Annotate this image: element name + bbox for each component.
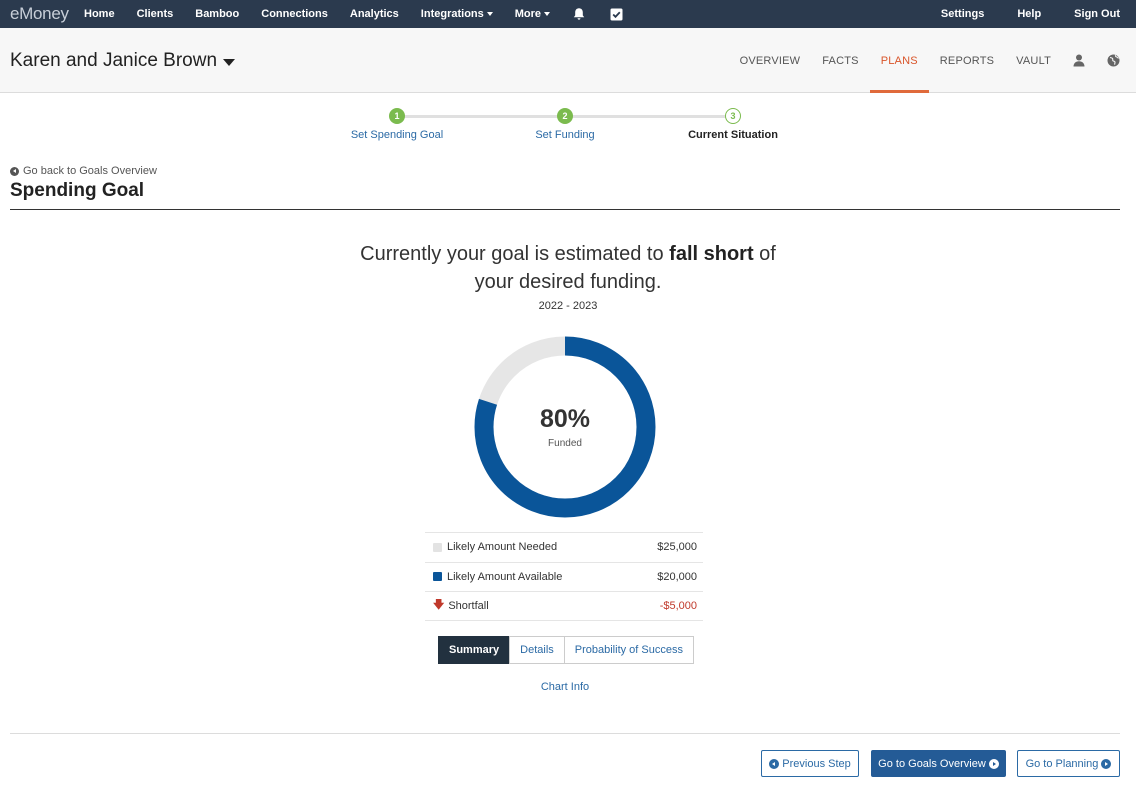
footer-divider (10, 733, 1120, 734)
utility-menu: Settings Help Sign Out (941, 0, 1120, 28)
progress-stepper: 1 Set Spending Goal 2 Set Funding 3 Curr… (340, 108, 800, 148)
legend-row-shortfall: 🡇 Shortfall -$5,000 (425, 591, 703, 621)
client-tabs: OVERVIEW FACTS PLANS REPORTS VAULT (729, 28, 1136, 93)
details-view-button[interactable]: Details (509, 636, 565, 664)
main-menu: Home Clients Bamboo Connections Analytic… (84, 7, 645, 21)
caret-down-icon (544, 12, 551, 16)
previous-step-button[interactable]: Previous Step (761, 750, 859, 777)
probability-of-success-view-button[interactable]: Probability of Success (563, 636, 694, 664)
go-to-planning-button[interactable]: Go to Planning (1017, 750, 1120, 777)
back-to-goals-link[interactable]: Go back to Goals Overview (10, 165, 157, 177)
view-toggle-group: Summary Details Probability of Success (438, 636, 694, 664)
chart-info-link[interactable]: Chart Info (0, 681, 1130, 693)
down-arrow-icon: 🡇 (433, 599, 445, 612)
nav-bamboo[interactable]: Bamboo (195, 8, 239, 20)
tab-plans[interactable]: PLANS (869, 28, 929, 93)
legend-swatch (433, 542, 442, 552)
step-number-badge: 1 (389, 108, 405, 124)
user-icon[interactable] (1062, 28, 1096, 93)
client-header: Karen and Janice Brown OVERVIEW FACTS PL… (0, 28, 1136, 93)
legend-row-available: Likely Amount Available $20,000 (425, 561, 703, 592)
goal-status-headline: Currently your goal is estimated to fall… (360, 243, 776, 293)
legend-value: $20,000 (657, 570, 697, 583)
nav-more-dropdown[interactable]: More (515, 8, 551, 20)
funding-legend: Likely Amount Needed $25,000 Likely Amou… (425, 532, 703, 621)
nav-settings[interactable]: Settings (941, 8, 984, 20)
circle-arrow-left-icon (769, 758, 780, 769)
tab-vault[interactable]: VAULT (1005, 28, 1062, 93)
step-label: Set Funding (535, 129, 595, 141)
legend-value: $25,000 (657, 541, 697, 554)
tasks-checkbox-icon[interactable] (610, 8, 623, 21)
title-divider (10, 209, 1120, 210)
step-number-badge: 3 (725, 108, 741, 124)
nav-help[interactable]: Help (1017, 8, 1041, 20)
nav-home[interactable]: Home (84, 8, 115, 20)
nav-connections[interactable]: Connections (261, 8, 328, 20)
step-number-badge: 2 (557, 108, 573, 124)
date-range: 2022 - 2023 (538, 300, 598, 312)
legend-row-needed: Likely Amount Needed $25,000 (425, 532, 703, 562)
circle-arrow-left-icon (10, 166, 19, 176)
funded-percent: 80% (539, 405, 591, 433)
caret-down-icon (486, 12, 493, 16)
globe-icon[interactable] (1096, 28, 1130, 93)
go-to-goals-overview-button[interactable]: Go to Goals Overview (871, 750, 1006, 777)
step-current-situation: 3 Current Situation (663, 108, 803, 141)
funded-label: Funded (548, 438, 582, 449)
caret-down-icon (223, 58, 236, 66)
circle-arrow-right-icon (988, 758, 999, 769)
legend-value: -$5,000 (659, 599, 697, 612)
top-navigation-bar: eMoney Home Clients Bamboo Connections A… (0, 0, 1136, 28)
step-label: Set Spending Goal (350, 129, 444, 141)
nav-sign-out[interactable]: Sign Out (1074, 8, 1120, 20)
nav-clients[interactable]: Clients (137, 8, 174, 20)
legend-swatch (433, 572, 442, 582)
emoney-logo[interactable]: eMoney (10, 4, 70, 24)
step-set-funding[interactable]: 2 Set Funding (495, 108, 635, 141)
notifications-bell-icon[interactable] (572, 7, 586, 21)
nav-integrations-dropdown[interactable]: Integrations (421, 8, 493, 20)
nav-analytics[interactable]: Analytics (350, 8, 399, 20)
tab-reports[interactable]: REPORTS (929, 28, 1005, 93)
tab-overview[interactable]: OVERVIEW (729, 28, 812, 93)
tab-facts[interactable]: FACTS (811, 28, 869, 93)
step-label: Current Situation (688, 129, 778, 141)
page-title: Spending Goal (10, 180, 145, 201)
client-name-dropdown[interactable]: Karen and Janice Brown (10, 50, 236, 72)
step-set-spending-goal[interactable]: 1 Set Spending Goal (327, 108, 467, 141)
circle-arrow-right-icon (1101, 758, 1112, 769)
summary-view-button[interactable]: Summary (438, 636, 511, 664)
